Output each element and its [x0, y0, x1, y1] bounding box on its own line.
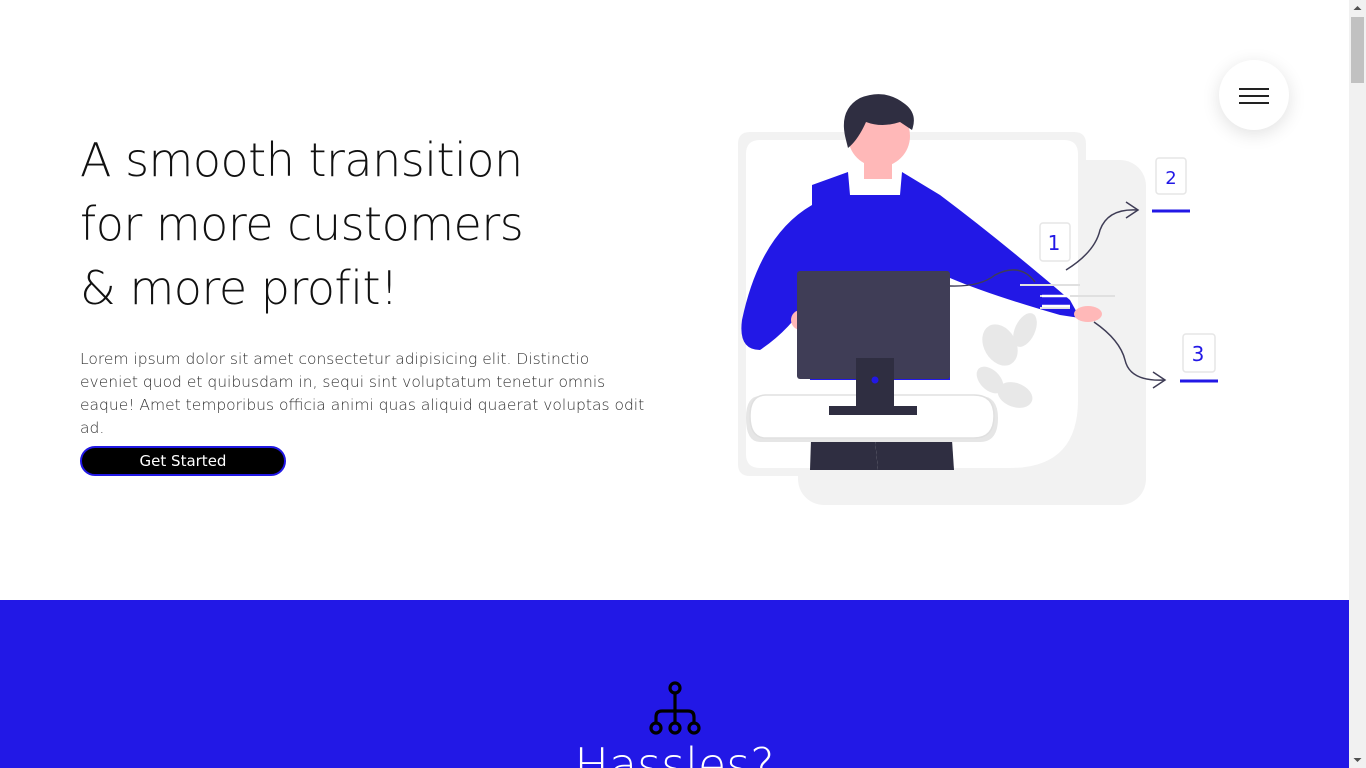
monitor-light	[871, 376, 879, 384]
get-started-button[interactable]: Get Started	[80, 446, 286, 476]
menu-button[interactable]	[1219, 60, 1289, 130]
hierarchy-icon	[649, 681, 701, 735]
scrollbar-thumb[interactable]	[1351, 17, 1364, 83]
monitor-base	[829, 406, 917, 415]
section-title: Hassles?	[574, 738, 775, 768]
step-label-1: 1	[1048, 231, 1061, 255]
scrollbar[interactable]	[1349, 0, 1366, 768]
monitor-stand	[856, 358, 894, 410]
scroll-down-arrow-icon[interactable]	[1349, 751, 1366, 768]
hero-title-line: A smooth transition	[80, 133, 523, 187]
step-label-3: 3	[1192, 342, 1205, 366]
hamburger-menu-icon	[1239, 88, 1269, 90]
hero-title-line: & more profit!	[80, 261, 398, 315]
hero-section: A smooth transition for more customers &…	[0, 0, 1349, 600]
hamburger-menu-icon-bar	[1239, 102, 1269, 104]
scroll-up-arrow-icon[interactable]	[1349, 0, 1366, 17]
person-presenting-illustration: 1 2 3	[738, 94, 1218, 505]
hero-description: Lorem ipsum dolor sit amet consectetur a…	[80, 350, 645, 437]
hero-title-line: for more customers	[80, 197, 524, 251]
hamburger-menu-icon-bar	[1239, 95, 1269, 97]
person-right-hand	[1074, 306, 1102, 322]
hero-title: A smooth transition for more customers &…	[80, 128, 640, 320]
page: A smooth transition for more customers &…	[0, 0, 1349, 768]
step-label-2: 2	[1165, 168, 1176, 189]
